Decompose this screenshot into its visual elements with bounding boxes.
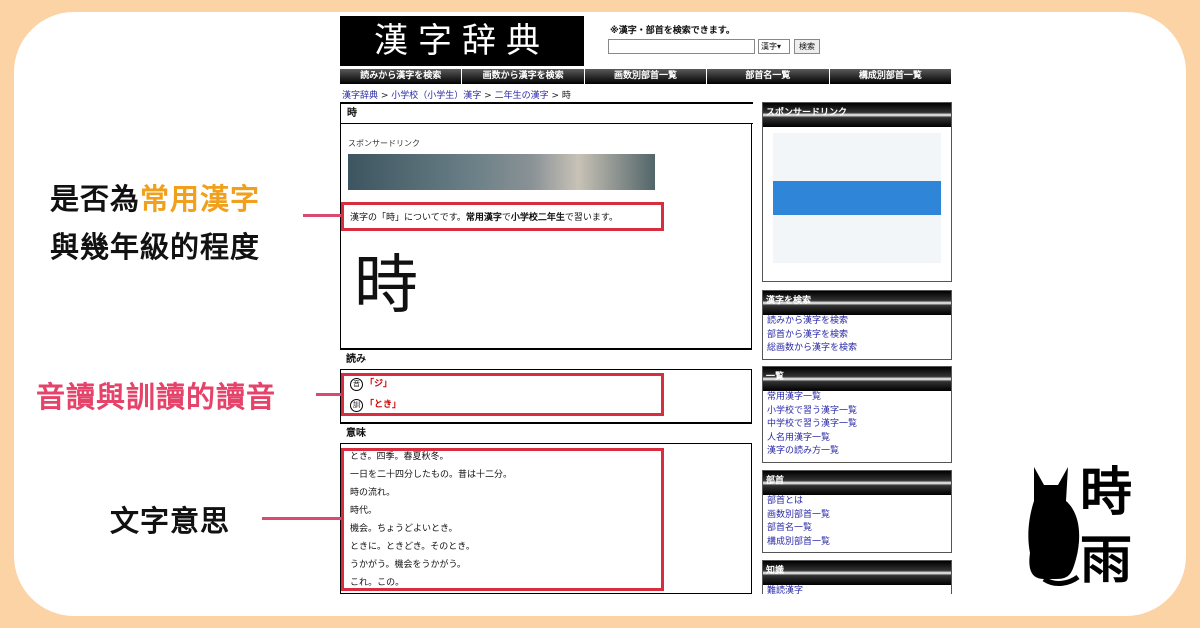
sidebar-link[interactable]: 部首名一覧 xyxy=(763,522,951,536)
highlight-readings xyxy=(341,373,664,416)
breadcrumb: 漢字辞典 > 小学校（小学生）漢字 > 二年生の漢字 > 時 xyxy=(342,91,571,101)
search-input[interactable] xyxy=(608,39,755,54)
sidebar-list-head: 一覧 xyxy=(763,367,951,391)
breadcrumb-grade2[interactable]: 二年生の漢字 xyxy=(495,91,549,101)
sidebar-sponsor-head: スポンサードリンク xyxy=(763,103,951,127)
nav-reading-search[interactable]: 読みから漢字を検索 xyxy=(340,69,463,84)
connector-joyo xyxy=(303,214,341,217)
site-logo[interactable]: 漢字辞典 xyxy=(340,16,584,66)
top-nav: 読みから漢字を検索 画数から漢字を検索 画数別部首一覧 部首名一覧 構成別部首一… xyxy=(340,69,952,84)
badge-char-2: 雨 xyxy=(1080,530,1133,591)
search-select-value: 漢字 xyxy=(761,42,777,51)
annotation-readings: 音讀與訓讀的讀音 xyxy=(36,380,277,414)
search-type-select[interactable]: 漢字▾ xyxy=(758,39,790,54)
breadcrumb-current: 時 xyxy=(561,91,571,101)
sidebar-link[interactable]: 部首から漢字を検索 xyxy=(763,329,951,343)
sidebar-link[interactable]: 漢字の読み方一覧 xyxy=(763,445,951,459)
sidebar-link[interactable]: 難読漢字 xyxy=(763,585,951,594)
sidebar-radicals-head: 部首 xyxy=(763,471,951,495)
sidebar-sponsor: スポンサードリンク xyxy=(762,102,952,282)
entry-title: 時 xyxy=(341,102,753,124)
nav-radical-names[interactable]: 部首名一覧 xyxy=(707,69,830,84)
search-hint: ※漢字・部首を検索できます。 xyxy=(610,26,735,36)
sponsor-label: スポンサードリンク xyxy=(348,139,420,148)
sidebar-link[interactable]: 小学校で習う漢字一覧 xyxy=(763,405,951,419)
reading-heading: 読み xyxy=(340,348,752,370)
badge-char-1: 時 xyxy=(1080,462,1133,523)
sidebar-ad[interactable] xyxy=(773,133,941,263)
highlight-meanings xyxy=(341,448,664,591)
big-kanji: 時 xyxy=(354,249,418,323)
sidebar-knowledge: 知識 難読漢字 xyxy=(762,560,952,594)
sidebar-link[interactable]: 総画数から漢字を検索 xyxy=(763,342,951,356)
highlight-description xyxy=(341,202,664,231)
nav-stroke-radicals[interactable]: 画数別部首一覧 xyxy=(584,69,708,84)
meaning-heading: 意味 xyxy=(340,422,752,444)
annotation-joyo: 是否為常用漢字 xyxy=(50,182,261,216)
sidebar-search: 漢字を検索 読みから漢字を検索 部首から漢字を検索 総画数から漢字を検索 xyxy=(762,290,952,360)
sidebar-link[interactable]: 人名用漢字一覧 xyxy=(763,432,951,446)
sidebar-link[interactable]: 常用漢字一覧 xyxy=(763,391,951,405)
sidebar-link[interactable]: 画数別部首一覧 xyxy=(763,509,951,523)
annotation-meaning: 文字意思 xyxy=(110,504,231,538)
sidebar-radicals: 部首 部首とは 画数別部首一覧 部首名一覧 構成別部首一覧 xyxy=(762,470,952,553)
nav-structure-radicals[interactable]: 構成別部首一覧 xyxy=(829,69,952,84)
annotation-grade: 與幾年級的程度 xyxy=(50,230,261,264)
connector-readings xyxy=(316,393,341,396)
connector-meaning xyxy=(262,517,341,520)
sidebar-knowledge-head: 知識 xyxy=(763,561,951,585)
nav-stroke-search[interactable]: 画数から漢字を検索 xyxy=(462,69,585,84)
search-button[interactable]: 検索 xyxy=(794,39,820,54)
breadcrumb-elementary[interactable]: 小学校（小学生）漢字 xyxy=(391,91,481,101)
sidebar-link[interactable]: 構成別部首一覧 xyxy=(763,536,951,550)
sidebar-link[interactable]: 読みから漢字を検索 xyxy=(763,315,951,329)
breadcrumb-home[interactable]: 漢字辞典 xyxy=(342,91,378,101)
ad-banner[interactable] xyxy=(348,154,655,190)
sidebar-link[interactable]: 部首とは xyxy=(763,495,951,509)
sidebar-search-head: 漢字を検索 xyxy=(763,291,951,315)
sidebar-link[interactable]: 中学校で習う漢字一覧 xyxy=(763,418,951,432)
sidebar-list: 一覧 常用漢字一覧 小学校で習う漢字一覧 中学校で習う漢字一覧 人名用漢字一覧 … xyxy=(762,366,952,463)
